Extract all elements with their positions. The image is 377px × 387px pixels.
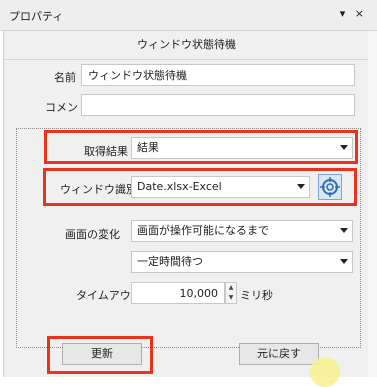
chevron-down-icon [340, 259, 348, 264]
properties-panel: ウィンドウ状態待機 名前 コメント 取得結果 結果 ウィンドウ識別名 Date.… [3, 31, 370, 387]
wait-mode-select[interactable]: 一定時間待つ [131, 251, 353, 273]
panel-subtitle: ウィンドウ状態待機 [4, 31, 369, 60]
window-title: プロパティ [9, 10, 64, 23]
timeout-unit-label: ミリ秒 [240, 289, 273, 302]
name-label: 名前 [54, 71, 76, 84]
window-controls[interactable]: ▾ × [340, 7, 367, 20]
result-highlight [44, 130, 358, 164]
background-strip [368, 31, 377, 377]
comment-field[interactable] [81, 94, 355, 116]
screen-change-label: 画面の変化 [65, 228, 120, 241]
wait-mode-select-value: 一定時間待つ [137, 255, 203, 268]
screen-change-select-value: 画面が操作可能になるまで [137, 224, 269, 237]
cursor-highlight [310, 357, 340, 387]
revert-button[interactable]: 元に戻す [239, 343, 319, 365]
name-field[interactable] [81, 64, 355, 86]
update-highlight [47, 336, 153, 374]
title-bar: プロパティ ▾ × [0, 0, 377, 31]
timeout-field[interactable] [131, 282, 225, 304]
chevron-down-icon [340, 228, 348, 233]
window-id-highlight [43, 168, 357, 206]
screen-change-select[interactable]: 画面が操作可能になるまで [131, 220, 353, 242]
timeout-spinner[interactable]: ▲ ▼ [225, 282, 237, 304]
